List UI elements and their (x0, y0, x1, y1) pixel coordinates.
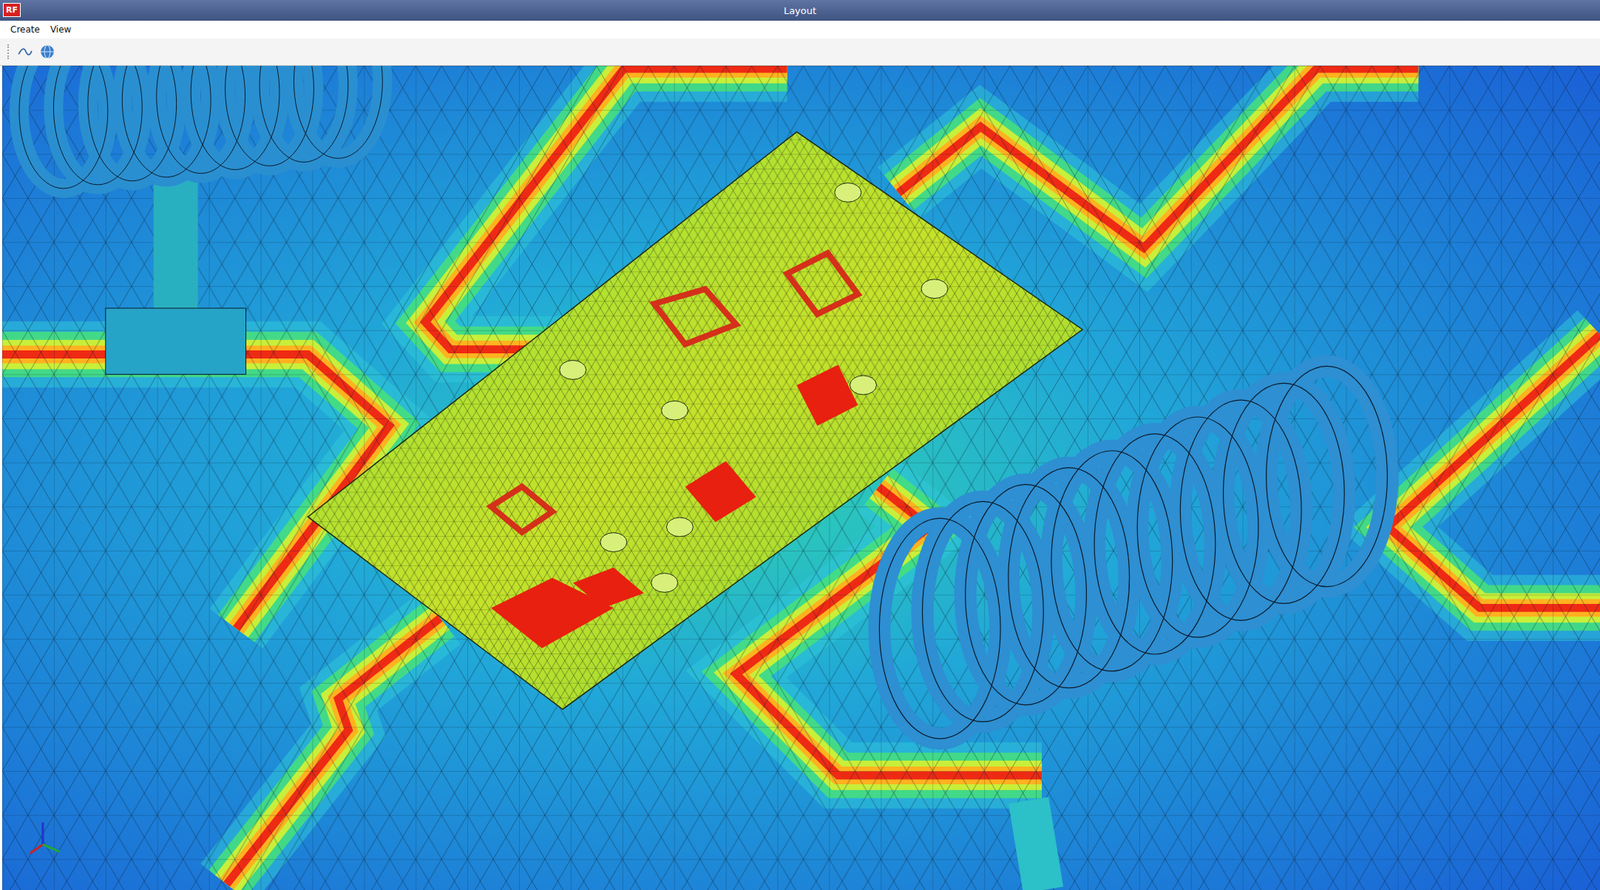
window-title: Layout (783, 5, 817, 17)
substrate (2, 65, 1600, 890)
menu-bar: Create View (0, 20, 1600, 39)
app-logo-icon: RF (2, 2, 21, 18)
right-coil (879, 365, 1388, 890)
simulation-canvas[interactable] (0, 65, 1600, 890)
toolbar (0, 38, 1600, 66)
globe-icon[interactable] (39, 43, 56, 60)
title-bar: RF Layout (0, 0, 1600, 21)
curve-tool-icon[interactable] (17, 43, 34, 60)
menu-item[interactable]: Create (10, 24, 40, 35)
layout-window: RF Layout Create View (0, 0, 1600, 890)
axis-triad-icon (30, 822, 60, 854)
toolbar-grip (7, 44, 12, 60)
mesh (2, 65, 1600, 890)
field-plot (2, 65, 1600, 890)
left-coil (19, 65, 383, 375)
menu-item[interactable]: View (50, 24, 71, 35)
